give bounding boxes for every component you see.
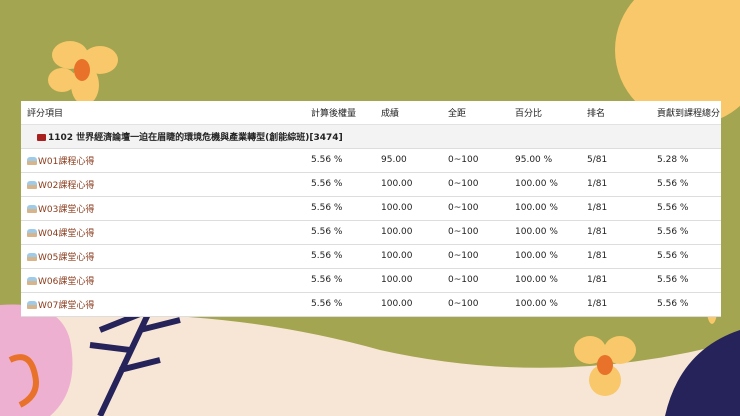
cell-score: 100.00 xyxy=(375,172,442,197)
cell-weight: 5.56 % xyxy=(305,196,375,221)
cell-weight: 5.56 % xyxy=(305,172,375,197)
item-link[interactable]: W01課程心得 xyxy=(38,157,94,167)
cream-shape xyxy=(0,314,740,416)
table-row: W06課堂心得 5.56 % 100.00 0~100 100.00 % 1/81 5.56… xyxy=(21,268,721,293)
cell-range: 0~100 xyxy=(442,148,509,173)
folder-label: 1102 世界經濟論壇一迫在眉睫的環境危機與產業轉型(創能綜班)[3474] xyxy=(48,132,343,143)
col-range: 全距 xyxy=(442,101,509,125)
cell-rank: 1/81 xyxy=(581,292,651,317)
table-row: W04課堂心得 5.56 % 100.00 0~100 100.00 % 1/81 5.56… xyxy=(21,220,721,245)
cell-contrib: 5.56 % xyxy=(651,172,721,197)
table-row: W01課程心得 5.56 % 95.00 0~100 95.00 % 5/81 5.28 % xyxy=(21,148,721,173)
grades-table: 評分項目 計算後權量 成績 全距 百分比 排名 貢獻到課程總分 1102 世界經… xyxy=(21,101,721,317)
cell-percent: 100.00 % xyxy=(509,292,581,317)
cell-range: 0~100 xyxy=(442,196,509,221)
col-item: 評分項目 xyxy=(21,101,305,125)
flower-top-left xyxy=(48,41,118,105)
col-percent: 百分比 xyxy=(509,101,581,125)
assignment-icon xyxy=(27,180,37,189)
folder-row: 1102 世界經濟論壇一迫在眉睫的環境危機與產業轉型(創能綜班)[3474] xyxy=(21,124,721,149)
cell-weight: 5.56 % xyxy=(305,220,375,245)
cell-rank: 1/81 xyxy=(581,196,651,221)
cell-weight: 5.56 % xyxy=(305,268,375,293)
cell-score: 95.00 xyxy=(375,148,442,173)
cell-score: 100.00 xyxy=(375,292,442,317)
cell-percent: 100.00 % xyxy=(509,196,581,221)
table-header: 評分項目 計算後權量 成績 全距 百分比 排名 貢獻到課程總分 xyxy=(21,101,721,125)
cell-contrib: 5.28 % xyxy=(651,148,721,173)
item-link[interactable]: W06課堂心得 xyxy=(38,277,94,287)
cell-contrib: 5.56 % xyxy=(651,220,721,245)
col-score: 成績 xyxy=(375,101,442,125)
cell-percent: 95.00 % xyxy=(509,148,581,173)
cell-rank: 1/81 xyxy=(581,244,651,269)
table-row: W03課堂心得 5.56 % 100.00 0~100 100.00 % 1/81 5.56… xyxy=(21,196,721,221)
cell-percent: 100.00 % xyxy=(509,268,581,293)
item-link[interactable]: W02課程心得 xyxy=(38,181,94,191)
cell-range: 0~100 xyxy=(442,244,509,269)
cell-percent: 100.00 % xyxy=(509,244,581,269)
assignment-icon xyxy=(27,300,37,309)
cell-weight: 5.56 % xyxy=(305,148,375,173)
cell-weight: 5.56 % xyxy=(305,292,375,317)
cell-percent: 100.00 % xyxy=(509,220,581,245)
table-row: W02課程心得 5.56 % 100.00 0~100 100.00 % 1/81 5.56… xyxy=(21,172,721,197)
col-rank: 排名 xyxy=(581,101,651,125)
table-row: W07課堂心得 5.56 % 100.00 0~100 100.00 % 1/81 5.56… xyxy=(21,292,721,317)
cell-range: 0~100 xyxy=(442,220,509,245)
item-link[interactable]: W05課堂心得 xyxy=(38,253,94,263)
assignment-icon xyxy=(27,156,37,165)
item-link[interactable]: W04課堂心得 xyxy=(38,229,94,239)
cell-rank: 1/81 xyxy=(581,172,651,197)
cell-score: 100.00 xyxy=(375,268,442,293)
cell-rank: 1/81 xyxy=(581,268,651,293)
assignment-icon xyxy=(27,228,37,237)
cell-rank: 5/81 xyxy=(581,148,651,173)
assignment-icon xyxy=(27,204,37,213)
assignment-icon xyxy=(27,276,37,285)
item-link[interactable]: W03課堂心得 xyxy=(38,205,94,215)
col-contrib: 貢獻到課程總分 xyxy=(651,101,721,125)
cell-percent: 100.00 % xyxy=(509,172,581,197)
cell-range: 0~100 xyxy=(442,172,509,197)
col-weight: 計算後權量 xyxy=(305,101,375,125)
table-row: W05課堂心得 5.56 % 100.00 0~100 100.00 % 1/81 5.56… xyxy=(21,244,721,269)
cell-contrib: 5.56 % xyxy=(651,292,721,317)
cell-score: 100.00 xyxy=(375,244,442,269)
cell-score: 100.00 xyxy=(375,220,442,245)
cell-score: 100.00 xyxy=(375,196,442,221)
assignment-icon xyxy=(27,252,37,261)
cell-contrib: 5.56 % xyxy=(651,196,721,221)
cell-rank: 1/81 xyxy=(581,220,651,245)
cell-weight: 5.56 % xyxy=(305,244,375,269)
cell-contrib: 5.56 % xyxy=(651,244,721,269)
cell-contrib: 5.56 % xyxy=(651,268,721,293)
item-link[interactable]: W07課堂心得 xyxy=(38,301,94,311)
cell-range: 0~100 xyxy=(442,268,509,293)
cell-range: 0~100 xyxy=(442,292,509,317)
folder-icon xyxy=(37,133,46,141)
